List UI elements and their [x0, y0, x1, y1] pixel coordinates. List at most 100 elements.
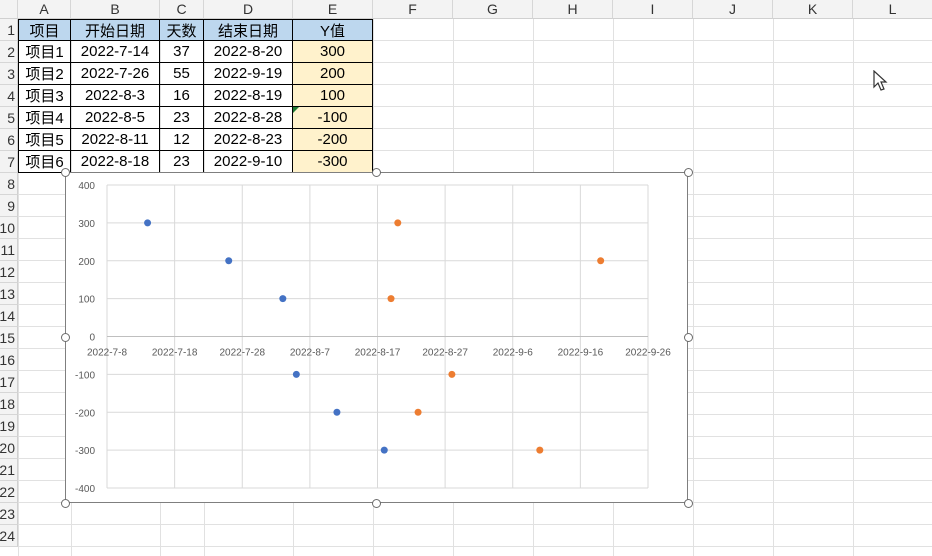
gridline-horizontal [18, 524, 932, 525]
table-cell[interactable]: -100 [293, 107, 373, 129]
column-header-g[interactable]: G [453, 0, 533, 19]
x-tick-label: 2022-9-6 [493, 348, 533, 359]
row-header-7[interactable]: 7 [0, 151, 18, 173]
table-cell[interactable]: 2022-8-11 [71, 129, 160, 151]
resize-handle[interactable] [60, 333, 70, 342]
table-cell[interactable]: 2022-8-5 [71, 107, 160, 129]
column-header-a[interactable]: A [18, 0, 71, 19]
resize-handle[interactable] [60, 167, 70, 177]
select-all-corner[interactable] [0, 0, 18, 19]
row-header-5[interactable]: 5 [0, 107, 18, 129]
table-cell[interactable]: 300 [293, 41, 373, 63]
x-tick-label: 2022-9-16 [558, 348, 604, 359]
row-header-16[interactable]: 16 [0, 349, 18, 371]
resize-handle[interactable] [683, 498, 693, 508]
x-tick-label: 2022-7-28 [219, 348, 265, 359]
data-point [292, 370, 300, 378]
resize-handle[interactable] [60, 498, 70, 508]
row-header-12[interactable]: 12 [0, 261, 18, 283]
column-header-i[interactable]: I [613, 0, 693, 19]
table-header-cell[interactable]: 天数 [160, 19, 204, 41]
table-cell[interactable]: 2022-8-18 [71, 151, 160, 173]
row-header-6[interactable]: 6 [0, 129, 18, 151]
table-header-cell[interactable]: 开始日期 [71, 19, 160, 41]
table-cell[interactable]: 2022-7-26 [71, 63, 160, 85]
column-header-d[interactable]: D [204, 0, 293, 19]
row-header-14[interactable]: 14 [0, 305, 18, 327]
resize-handle[interactable] [372, 498, 381, 508]
column-header-c[interactable]: C [160, 0, 204, 19]
data-point [225, 257, 233, 265]
data-point [387, 295, 395, 303]
table-cell[interactable]: -200 [293, 129, 373, 151]
data-point [380, 446, 388, 454]
x-tick-label: 2022-8-17 [355, 348, 401, 359]
row-header-8[interactable]: 8 [0, 173, 18, 195]
table-cell[interactable]: 项目3 [18, 85, 71, 107]
table-cell[interactable]: 37 [160, 41, 204, 63]
row-header-24[interactable]: 24 [0, 525, 18, 547]
gridline-vertical [773, 19, 774, 556]
table-cell[interactable]: 2022-8-20 [204, 41, 293, 63]
table-cell[interactable]: 23 [160, 107, 204, 129]
table-cell[interactable]: 2022-8-28 [204, 107, 293, 129]
row-header-2[interactable]: 2 [0, 41, 18, 63]
row-header-9[interactable]: 9 [0, 195, 18, 217]
row-header-19[interactable]: 19 [0, 415, 18, 437]
table-cell[interactable]: 12 [160, 129, 204, 151]
y-tick-label: 200 [78, 257, 95, 268]
table-cell[interactable]: 200 [293, 63, 373, 85]
row-header-10[interactable]: 10 [0, 217, 18, 239]
row-header-22[interactable]: 22 [0, 481, 18, 503]
column-header-b[interactable]: B [71, 0, 160, 19]
row-header-4[interactable]: 4 [0, 85, 18, 107]
row-header-1[interactable]: 1 [0, 19, 18, 41]
x-tick-label: 2022-9-26 [625, 348, 671, 359]
row-header-23[interactable]: 23 [0, 503, 18, 525]
table-cell[interactable]: 100 [293, 85, 373, 107]
data-point [536, 446, 544, 454]
table-cell[interactable]: 16 [160, 85, 204, 107]
y-tick-label: 400 [78, 181, 95, 192]
column-header-j[interactable]: J [693, 0, 773, 19]
table-cell[interactable]: 2022-9-10 [204, 151, 293, 173]
table-cell[interactable]: 23 [160, 151, 204, 173]
row-header-20[interactable]: 20 [0, 437, 18, 459]
scatter-chart: 400 300 200 100 0 -100 -200 -300 -400 2022-7-8 202… [75, 181, 671, 495]
table-cell[interactable]: 2022-9-19 [204, 63, 293, 85]
row-header-11[interactable]: 11 [0, 239, 18, 261]
resize-handle[interactable] [683, 167, 693, 177]
table-cell[interactable]: 项目2 [18, 63, 71, 85]
table-header-cell[interactable]: 结束日期 [204, 19, 293, 41]
row-header-18[interactable]: 18 [0, 393, 18, 415]
y-tick-label: -300 [75, 446, 95, 457]
resize-handle[interactable] [372, 167, 381, 177]
column-header-e[interactable]: E [293, 0, 373, 19]
data-point [448, 370, 456, 378]
table-header-cell[interactable]: Y值 [293, 19, 373, 41]
row-header-21[interactable]: 21 [0, 459, 18, 481]
table-cell[interactable]: 2022-8-19 [204, 85, 293, 107]
column-header-f[interactable]: F [373, 0, 453, 19]
resize-handle[interactable] [683, 333, 693, 342]
data-point [333, 408, 341, 416]
row-header-15[interactable]: 15 [0, 327, 18, 349]
column-header-l[interactable]: L [853, 0, 932, 19]
table-cell[interactable]: 2022-8-3 [71, 85, 160, 107]
x-tick-label: 2022-8-27 [422, 348, 468, 359]
chart-area[interactable]: 400 300 200 100 0 -100 -200 -300 -400 2022-7-8 202… [65, 172, 688, 503]
row-header-13[interactable]: 13 [0, 283, 18, 305]
row-header-17[interactable]: 17 [0, 371, 18, 393]
table-header-cell[interactable]: 项目 [18, 19, 71, 41]
table-cell[interactable]: -300 [293, 151, 373, 173]
table-cell[interactable]: 2022-7-14 [71, 41, 160, 63]
table-cell[interactable]: 项目5 [18, 129, 71, 151]
table-cell[interactable]: 项目1 [18, 41, 71, 63]
x-tick-label: 2022-7-18 [152, 348, 198, 359]
column-header-h[interactable]: H [533, 0, 613, 19]
table-cell[interactable]: 2022-8-23 [204, 129, 293, 151]
table-cell[interactable]: 55 [160, 63, 204, 85]
table-cell[interactable]: 项目4 [18, 107, 71, 129]
column-header-k[interactable]: K [773, 0, 853, 19]
row-header-3[interactable]: 3 [0, 63, 18, 85]
